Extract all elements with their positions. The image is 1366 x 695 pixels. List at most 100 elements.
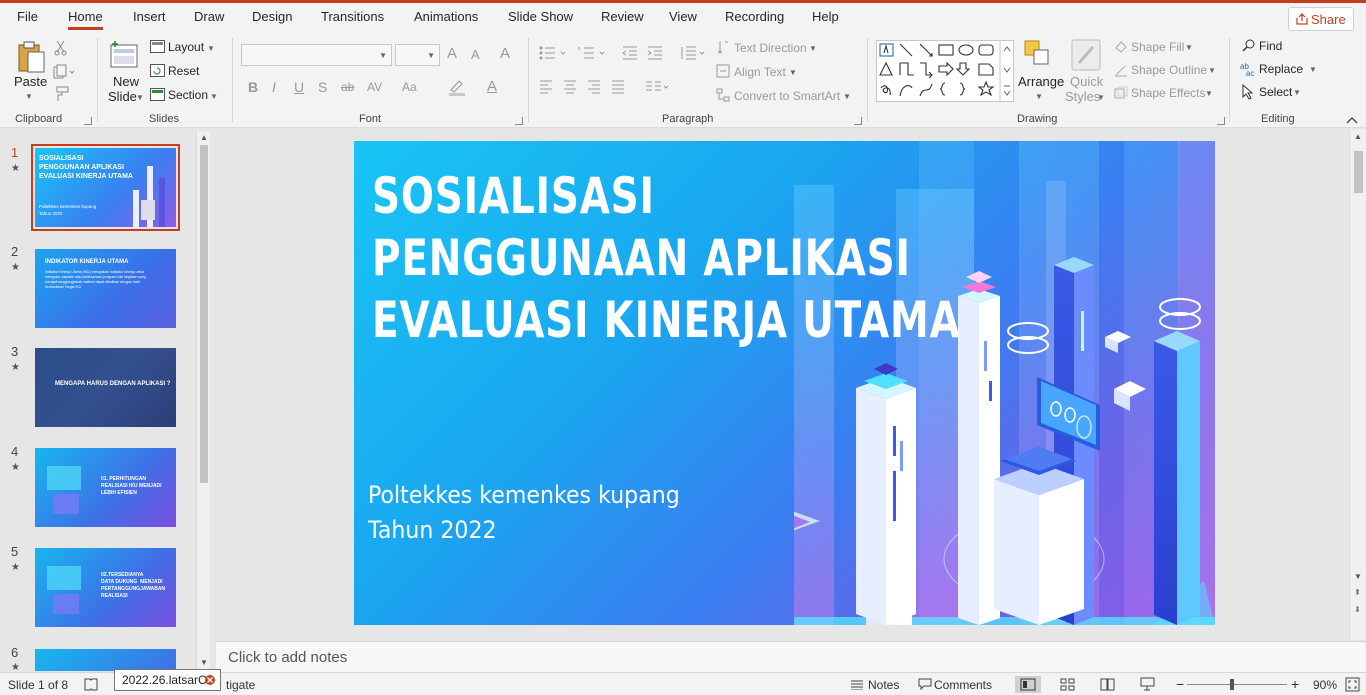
thumbnail-scrollbar[interactable]: ▲ ▼ [196,131,210,669]
paste-button[interactable]: Paste [14,74,47,89]
tab-design[interactable]: Design [252,9,292,24]
tab-transitions[interactable]: Transitions [321,9,384,24]
slide-thumbnail-4[interactable]: 01. PERHITUNGAN REALISASI IKU MENJADI LE… [35,448,176,527]
arrange-icon[interactable] [1023,39,1053,69]
cut-icon[interactable] [53,40,69,56]
font-color-button[interactable]: A [487,78,497,95]
shape-fill-dropdown-icon[interactable]: ▼ [1185,43,1193,52]
paragraph-launcher-icon[interactable] [854,117,862,125]
arrange-button[interactable]: Arrange [1018,74,1064,89]
layout-button[interactable]: Layout [168,40,204,54]
zoom-in-button[interactable]: + [1291,676,1299,692]
section-dropdown-icon[interactable]: ▼ [210,92,218,101]
tab-draw[interactable]: Draw [194,9,224,24]
change-case-button[interactable]: Aa [402,80,417,94]
increase-indent-icon[interactable] [647,46,663,60]
slide-thumbnail-1[interactable]: SOSIALISASI PENGGUNAAN APLIKASI EVALUASI… [31,144,180,231]
slide-subtitle[interactable]: Poltekkes kemenkes kupang Tahun 2022 [368,478,680,548]
line-spacing-icon[interactable] [679,46,707,60]
tab-file[interactable]: File [17,9,38,24]
scroll-up-icon[interactable]: ▲ [1354,132,1362,141]
previous-slide-icon[interactable]: ⇞ [1354,588,1361,597]
italic-button[interactable]: I [272,79,276,95]
shadow-button[interactable]: S [318,79,327,95]
clipboard-launcher-icon[interactable] [84,117,92,125]
current-slide[interactable]: SOSIALISASI PENGGUNAAN APLIKASI EVALUASI… [354,141,1215,625]
find-button[interactable]: Find [1259,39,1282,53]
zoom-level[interactable]: 90% [1313,678,1337,692]
reading-view-icon[interactable] [1100,678,1115,691]
grow-font-button[interactable]: A [447,45,457,62]
smartart-dropdown-icon[interactable]: ▼ [843,92,851,101]
numbering-icon[interactable] [578,46,608,60]
notes-placeholder[interactable]: Click to add notes [228,649,347,666]
section-button[interactable]: Section [168,88,208,102]
tab-insert[interactable]: Insert [133,9,166,24]
font-name-combo[interactable]: ▼ [241,44,392,66]
spelling-icon[interactable] [84,678,98,691]
new-slide-icon[interactable] [109,39,141,71]
comments-button[interactable]: Comments [934,678,992,692]
quick-styles-dropdown-icon[interactable]: ▼ [1097,93,1105,102]
notes-toggle-button[interactable]: Notes [868,678,899,692]
paste-dropdown-icon[interactable]: ▼ [25,92,33,101]
drawing-launcher-icon[interactable] [1217,117,1225,125]
shape-outline-button[interactable]: Shape Outline [1131,63,1207,77]
scroll-down-icon[interactable]: ▼ [1354,572,1362,581]
underline-button[interactable]: U [294,79,304,95]
quick-styles-icon[interactable] [1071,39,1101,71]
normal-view-icon[interactable] [1015,676,1041,693]
tab-review[interactable]: Review [601,9,644,24]
decrease-indent-icon[interactable] [622,46,638,60]
select-button[interactable]: Select [1259,85,1292,99]
text-direction-dropdown-icon[interactable]: ▼ [809,44,817,53]
tab-animations[interactable]: Animations [414,9,478,24]
layout-dropdown-icon[interactable]: ▼ [207,44,215,53]
clear-formatting-button[interactable]: A [500,45,510,62]
alignment-icons[interactable] [539,80,631,94]
tab-recording[interactable]: Recording [725,9,784,24]
accessibility-status[interactable]: tigate [226,678,255,692]
columns-icon[interactable] [645,80,671,94]
new-slide-dropdown-icon[interactable]: ▼ [136,93,144,102]
zoom-out-button[interactable]: − [1176,676,1184,692]
replace-dropdown-icon[interactable]: ▼ [1309,65,1317,74]
quick-styles-label-2[interactable]: Styles [1065,89,1100,104]
shape-fill-button[interactable]: Shape Fill [1131,40,1184,54]
shape-outline-dropdown-icon[interactable]: ▼ [1208,66,1216,75]
copy-icon[interactable] [53,64,75,80]
tab-slide-show[interactable]: Slide Show [508,9,573,24]
slide-thumbnail-6[interactable] [35,649,176,671]
slide-show-icon[interactable] [1140,677,1155,691]
convert-to-smartart-button[interactable]: Convert to SmartArt [734,89,840,103]
strikethrough-button[interactable]: ab [341,80,354,94]
font-launcher-icon[interactable] [515,117,523,125]
paste-icon[interactable] [16,40,46,74]
text-direction-button[interactable]: Text Direction [734,41,807,55]
highlight-icon[interactable] [447,78,467,96]
zoom-slider-thumb[interactable] [1230,679,1234,690]
shapes-gallery[interactable] [876,40,1014,102]
reset-button[interactable]: Reset [168,64,199,78]
zoom-slider[interactable] [1187,684,1287,685]
shrink-font-button[interactable]: A [471,47,480,62]
replace-button[interactable]: Replace [1259,62,1303,76]
tab-home[interactable]: Home [68,9,103,30]
bullets-icon[interactable] [539,46,569,60]
new-slide-label-1[interactable]: New [113,74,139,89]
align-text-button[interactable]: Align Text [734,65,786,79]
new-slide-label-2[interactable]: Slide [108,89,137,104]
bold-button[interactable]: B [248,79,258,95]
quick-styles-label-1[interactable]: Quick [1070,74,1103,89]
slide-thumbnail-5[interactable]: 02.TERSEDIANYA DATA DUKUNG MENJADI PERTA… [35,548,176,627]
scroll-down-icon[interactable]: ▼ [200,658,208,667]
next-slide-icon[interactable]: ⇟ [1354,605,1361,614]
slide-sorter-icon[interactable] [1060,678,1075,691]
slide-scrollbar[interactable]: ▲ ▼ ⇞ ⇟ [1349,129,1366,640]
notes-pane[interactable]: Click to add notes [216,641,1366,672]
shape-effects-dropdown-icon[interactable]: ▼ [1205,89,1213,98]
shape-effects-button[interactable]: Shape Effects [1131,86,1206,100]
scrollbar-thumb[interactable] [200,145,208,483]
fit-to-window-icon[interactable] [1345,677,1360,692]
slide-thumbnail-3[interactable]: MENGAPA HARUS DENGAN APLIKASI ? [35,348,176,427]
